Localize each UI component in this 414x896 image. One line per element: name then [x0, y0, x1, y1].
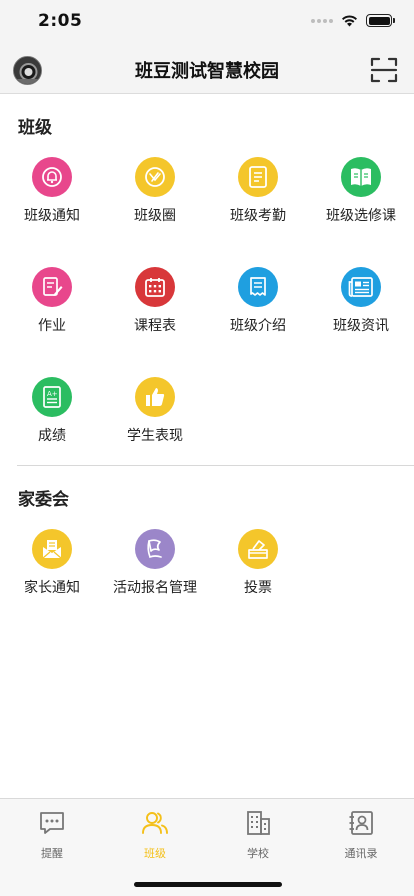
tab-label: 提醒 [41, 847, 63, 860]
student-performance-item[interactable]: 学生表现 [103, 377, 207, 467]
tab-class[interactable]: 班级 [103, 809, 207, 861]
class-notice-item[interactable]: 班级通知 [0, 157, 104, 247]
cellular-signal-icon [311, 18, 333, 23]
book-icon [341, 157, 381, 197]
item-label: 作业 [38, 318, 66, 334]
vote-item[interactable]: 投票 [206, 529, 310, 619]
class-circle-item[interactable]: 班级圈 [103, 157, 207, 247]
item-label: 投票 [244, 580, 272, 596]
tab-label: 班级 [144, 847, 166, 860]
status-time: 2:05 [38, 11, 83, 31]
news-icon [341, 267, 381, 307]
activity-registration-item[interactable]: 活动报名管理 [103, 529, 207, 619]
section-divider [17, 465, 414, 466]
tab-contacts[interactable]: 通讯录 [309, 809, 413, 861]
item-label: 班级考勤 [230, 208, 286, 224]
item-label: 班级通知 [24, 208, 80, 224]
scroll-icon [238, 267, 278, 307]
status-indicators [311, 14, 395, 27]
parent-notice-item[interactable]: 家长通知 [0, 529, 104, 619]
tab-label: 学校 [247, 847, 269, 860]
timetable-item[interactable]: 课程表 [103, 267, 207, 357]
edit-document-icon [32, 267, 72, 307]
homework-item[interactable]: 作业 [0, 267, 104, 357]
item-label: 班级圈 [134, 208, 176, 224]
status-bar: 2:05 [0, 0, 414, 46]
battery-icon [366, 14, 395, 27]
calendar-icon [135, 267, 175, 307]
users-icon [142, 812, 168, 834]
nav-bar: 班豆测试智慧校园 [0, 46, 414, 94]
tab-reminder[interactable]: 提醒 [0, 809, 104, 861]
home-indicator [134, 882, 282, 887]
envelope-icon [32, 529, 72, 569]
bell-icon [32, 157, 72, 197]
grades-item[interactable]: A+ 成绩 [0, 377, 104, 467]
section-title-parents-committee: 家委会 [18, 490, 69, 510]
item-label: 学生表现 [127, 428, 183, 444]
building-icon [247, 811, 270, 835]
item-label: 活动报名管理 [113, 580, 197, 596]
tab-school[interactable]: 学校 [206, 809, 310, 861]
item-label: 班级资讯 [333, 318, 389, 334]
svg-text:A+: A+ [47, 390, 58, 398]
class-news-item[interactable]: 班级资讯 [309, 267, 413, 357]
section-title-class: 班级 [18, 118, 52, 138]
class-attendance-item[interactable]: 班级考勤 [206, 157, 310, 247]
item-label: 成绩 [38, 428, 66, 444]
contacts-icon [349, 811, 373, 835]
chat-icon [40, 812, 64, 834]
grade-icon: A+ [32, 377, 72, 417]
class-intro-item[interactable]: 班级介绍 [206, 267, 310, 357]
item-label: 班级选修课 [326, 208, 396, 224]
item-label: 班级介绍 [230, 318, 286, 334]
thumbs-up-icon [135, 377, 175, 417]
wifi-icon [342, 15, 357, 27]
item-label: 课程表 [134, 318, 176, 334]
class-elective-item[interactable]: 班级选修课 [309, 157, 413, 247]
circle-share-icon [135, 157, 175, 197]
clipboard-icon [238, 157, 278, 197]
ballot-box-icon [238, 529, 278, 569]
flag-icon [135, 529, 175, 569]
page-title: 班豆测试智慧校园 [135, 61, 279, 82]
item-label: 家长通知 [24, 580, 80, 596]
tab-label: 通讯录 [344, 847, 378, 860]
scan-icon[interactable] [370, 56, 398, 84]
